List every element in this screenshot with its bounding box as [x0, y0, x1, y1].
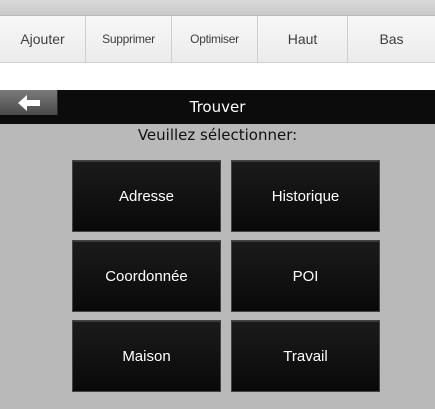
home-button[interactable]: Maison [72, 320, 221, 392]
page-title: Trouver [189, 98, 246, 116]
address-button[interactable]: Adresse [72, 160, 221, 232]
add-button[interactable]: Ajouter [0, 16, 86, 62]
move-up-button[interactable]: Haut [258, 16, 348, 62]
delete-button[interactable]: Supprimer [86, 16, 172, 62]
back-button[interactable] [0, 90, 58, 115]
coordinates-button[interactable]: Coordonnée [72, 240, 221, 312]
find-screen: Trouver Veuillez sélectionner: Adresse H… [0, 90, 435, 409]
list-toolbar: Ajouter Supprimer Optimiser Haut Bas [0, 0, 435, 63]
history-button[interactable]: Historique [231, 160, 380, 232]
instruction-text: Veuillez sélectionner: [137, 126, 298, 144]
move-down-button[interactable]: Bas [348, 16, 435, 62]
toolbar-buttons: Ajouter Supprimer Optimiser Haut Bas [0, 16, 435, 63]
optimize-button[interactable]: Optimiser [172, 16, 258, 62]
arrow-left-icon [17, 94, 40, 111]
work-button[interactable]: Travail [231, 320, 380, 392]
poi-button[interactable]: POI [231, 240, 380, 312]
toolbar-top-strip [0, 0, 435, 16]
title-bar: Trouver [0, 90, 435, 124]
